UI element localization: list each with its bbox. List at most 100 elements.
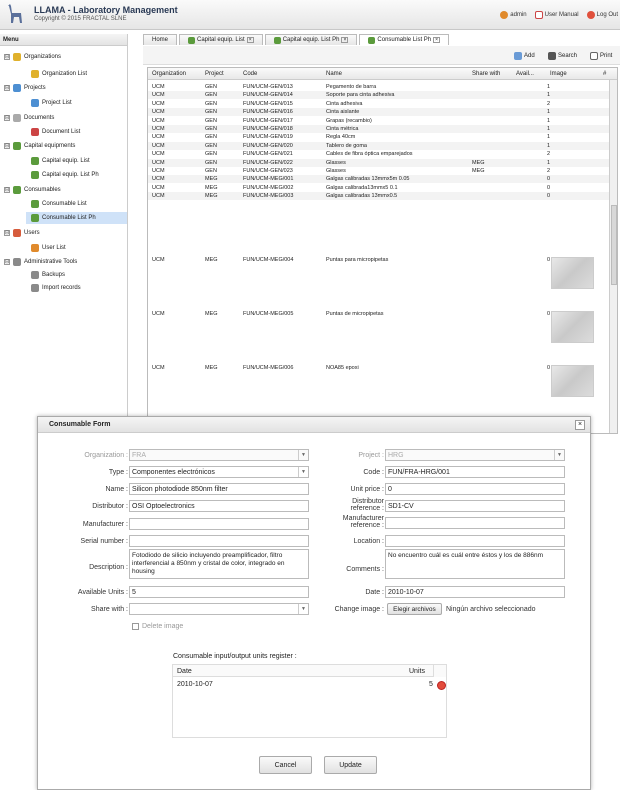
collapse-icon[interactable]: ⊟ [4,230,10,236]
table-row[interactable]: UCM MEG FUN/UCM-MEG/003 Galgas calibradas 1… [148,192,610,201]
delete-image-checkbox[interactable] [132,623,139,630]
table-row[interactable]: UCM MEG FUN/UCM-MEG/002 Galgas calibrada13m… [148,184,610,192]
sidebar-item-user-list[interactable]: User List [31,242,66,254]
scrollbar-thumb[interactable] [611,205,617,285]
col-share-with[interactable]: Share with [472,71,500,77]
sidebar-item-documents[interactable]: ⊟ Documents [4,112,54,124]
sidebar-item-organizations[interactable]: ⊟ Organizations [4,51,61,63]
remove-icon[interactable] [437,681,446,690]
table-row[interactable]: UCM GEN FUN/UCM-GEN/015 Cinta adhesiva 2 [148,100,610,108]
cell-code: FUN/UCM-MEG/001 [243,176,294,183]
user-menu[interactable]: admin [500,11,527,19]
cell-available: 1 [547,84,551,90]
collapse-icon[interactable]: ⊟ [4,115,10,121]
description-textarea[interactable]: Fotodiodo de silicio incluyendo preampli… [129,549,309,579]
sidebar-item-consumables[interactable]: ⊟ Consumables [4,184,61,196]
col-image[interactable]: Image [550,71,567,77]
unit-price-field[interactable]: 0 [385,483,565,495]
col-name[interactable]: Name [326,71,342,77]
col-code[interactable]: Code [243,71,257,77]
collapse-icon[interactable]: ⊟ [4,187,10,193]
type-select[interactable]: Componentes electrónicos ▼ [129,466,309,478]
print-button[interactable]: Print [590,52,612,60]
cell-project: GEN [205,151,217,158]
distributor-reference-field[interactable]: SD1-CV [385,500,565,512]
location-field[interactable] [385,535,565,547]
table-row[interactable]: UCM GEN FUN/UCM-GEN/014 Soporte para cinta … [148,91,610,100]
available-units-field[interactable]: 5 [129,586,309,598]
sidebar-item-users[interactable]: ⊟ Users [4,227,40,239]
sidebar-item-consumable-list[interactable]: Consumable List [31,198,87,210]
collapse-icon[interactable]: ⊟ [4,54,10,60]
sidebar-item-backups[interactable]: Backups [31,269,65,281]
collapse-icon[interactable]: ⊟ [4,143,10,149]
chevron-down-icon: ▼ [298,450,308,460]
logout-link[interactable]: Log Out [586,11,618,19]
sidebar-item-consumable-list-ph[interactable]: Consumable List Ph [26,212,127,224]
sidebar-item-capital-equip-list[interactable]: Capital equip. List [31,155,90,167]
date-field[interactable]: 2010-10-07 [385,586,565,598]
location-label: Location : [353,538,384,545]
sidebar-item-organization-list[interactable]: Organization List [31,68,87,80]
sidebar-item-import-records[interactable]: Import records [31,282,81,294]
sidebar-item-administrative-tools[interactable]: ⊟ Administrative Tools [4,256,77,268]
table-row[interactable]: UCM GEN FUN/UCM-GEN/016 Cinta aislante 1 [148,108,610,117]
table-row[interactable]: UCM GEN FUN/UCM-GEN/022 Glasses MEG 1 [148,158,610,167]
user-manual-link[interactable]: User Manual [534,11,579,19]
collapse-icon[interactable]: ⊟ [4,259,10,265]
collapse-icon[interactable]: ⊟ [4,85,10,91]
close-icon[interactable]: × [433,37,441,43]
manufacturer-reference-label: Manufacturer reference : [324,515,384,529]
close-icon[interactable]: × [575,420,585,430]
table-row[interactable]: UCM GEN FUN/UCM-GEN/023 Glasses MEG 2 [148,167,610,175]
cancel-button[interactable]: Cancel [259,756,312,774]
tab-home[interactable]: Home [143,34,178,45]
table-row[interactable]: UCM MEG FUN/UCM-MEG/006 NOA85 epoxi 0 [148,364,610,408]
close-icon[interactable]: × [246,37,254,43]
product-thumbnail[interactable] [551,257,594,289]
share-with-select[interactable]: ▼ [129,603,309,615]
add-button[interactable]: Add [514,52,535,60]
tab-capital-equip-list[interactable]: Capital equip. List × [179,34,263,45]
register-header-spacer [433,665,446,677]
sidebar-item-projects[interactable]: ⊟ Projects [4,82,46,94]
sidebar-item-document-list[interactable]: Document List [31,126,80,138]
grid-scrollbar[interactable] [609,80,617,433]
table-row[interactable]: UCM GEN FUN/UCM-GEN/018 Cinta métrica 1 [148,125,610,133]
product-thumbnail[interactable] [551,365,594,397]
distributor-field[interactable]: OSI Optoelectronics [129,500,309,512]
tab-home-label: Home [152,37,169,43]
product-thumbnail[interactable] [551,311,594,343]
col-project[interactable]: Project [205,71,224,77]
date-label: Date : [365,589,384,596]
search-button[interactable]: Search [548,52,577,60]
table-row[interactable]: UCM GEN FUN/UCM-GEN/019 Regla 40cm 1 [148,133,610,141]
table-row[interactable]: UCM MEG FUN/UCM-MEG/005 Puntas de micropipe… [148,310,610,354]
serial-number-field[interactable] [129,535,309,547]
table-row[interactable]: UCM GEN FUN/UCM-GEN/021 Cables de fibra ópt… [148,150,610,158]
cell-project: GEN [205,126,217,132]
manufacturer-reference-field[interactable] [385,517,565,529]
table-row[interactable]: UCM GEN FUN/UCM-GEN/017 Grapas (recambio) 1 [148,117,610,125]
register-header: Date Units [173,665,433,677]
table-row[interactable]: UCM MEG FUN/UCM-MEG/001 Galgas calibradas 1… [148,175,610,184]
col-available[interactable]: Avail... [516,71,534,77]
table-row[interactable]: UCM GEN FUN/UCM-GEN/020 Tablero de goma 1 [148,141,610,150]
manufacturer-field[interactable] [129,518,309,530]
update-button[interactable]: Update [324,756,377,774]
table-row[interactable]: UCM MEG FUN/UCM-MEG/004 Puntas para micropi… [148,256,610,300]
sidebar-item-project-list[interactable]: Project List [31,97,72,109]
close-icon[interactable]: × [341,37,349,43]
code-field[interactable]: FUN/FRA-HRG/001 [385,466,565,478]
tab-consumable-list-ph[interactable]: Consumable List Ph × [359,34,450,45]
cell-organization: UCM [152,126,165,132]
name-field[interactable]: Silicon photodiode 850nm filter [129,483,309,495]
choose-files-button[interactable]: Elegir archivos [387,603,442,615]
col-organization[interactable]: Organization [152,71,186,77]
col-extra[interactable]: # [603,71,606,77]
sidebar-item-capital-equip-list-ph[interactable]: Capital equip. List Ph [31,169,99,181]
sidebar-item-capital-equipments[interactable]: ⊟ Capital equipments [4,140,75,152]
table-row[interactable]: UCM GEN FUN/UCM-GEN/013 Pegamento de barra 1 [148,83,610,91]
tab-capital-equip-list-ph[interactable]: Capital equip. List Ph × [264,34,358,45]
comments-textarea[interactable]: No encuentro cuál es cuál entre éstos y … [385,549,565,579]
